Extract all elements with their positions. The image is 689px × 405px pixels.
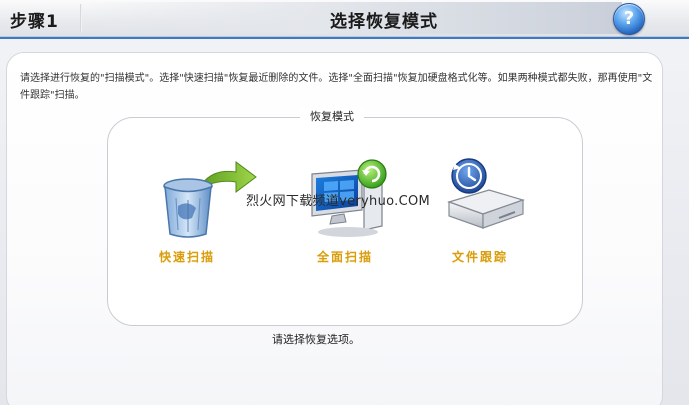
file-trace-label: 文件跟踪 [451,250,508,264]
prompt-text: 请选择恢复选项。 [272,333,360,346]
quick-scan-option[interactable]: 快速扫描 [132,170,242,280]
header-accent-line [0,37,689,39]
step-label: 步骤1 [10,12,59,32]
instructions-text: 请选择进行恢复的"扫描模式"。选择"快速扫描"恢复最近删除的文件。选择"全面扫描… [20,73,653,101]
question-mark-icon: ? [623,8,635,29]
full-scan-label: 全面扫描 [316,250,373,264]
quick-scan-label: 快速扫描 [158,250,215,264]
help-button[interactable]: ? [613,3,645,35]
recovery-wizard-window: 步骤1 选择恢复模式 ? 请选择进行恢复的"扫描模式"。选择"快速扫描"恢复最近… [0,0,689,405]
full-scan-option[interactable]: 全面扫描 [290,159,400,280]
watermark-text: 烈火网下载频道veryhuo.COM [246,194,430,209]
hard-drive-clock-icon [447,158,525,229]
recovery-mode-title: 恢复模式 [300,108,364,124]
wizard-header: 步骤1 选择恢复模式 ? [0,0,689,37]
recycle-bin-icon [163,178,213,238]
file-trace-option[interactable]: 文件跟踪 [425,158,535,280]
page-title: 选择恢复模式 [330,12,438,32]
